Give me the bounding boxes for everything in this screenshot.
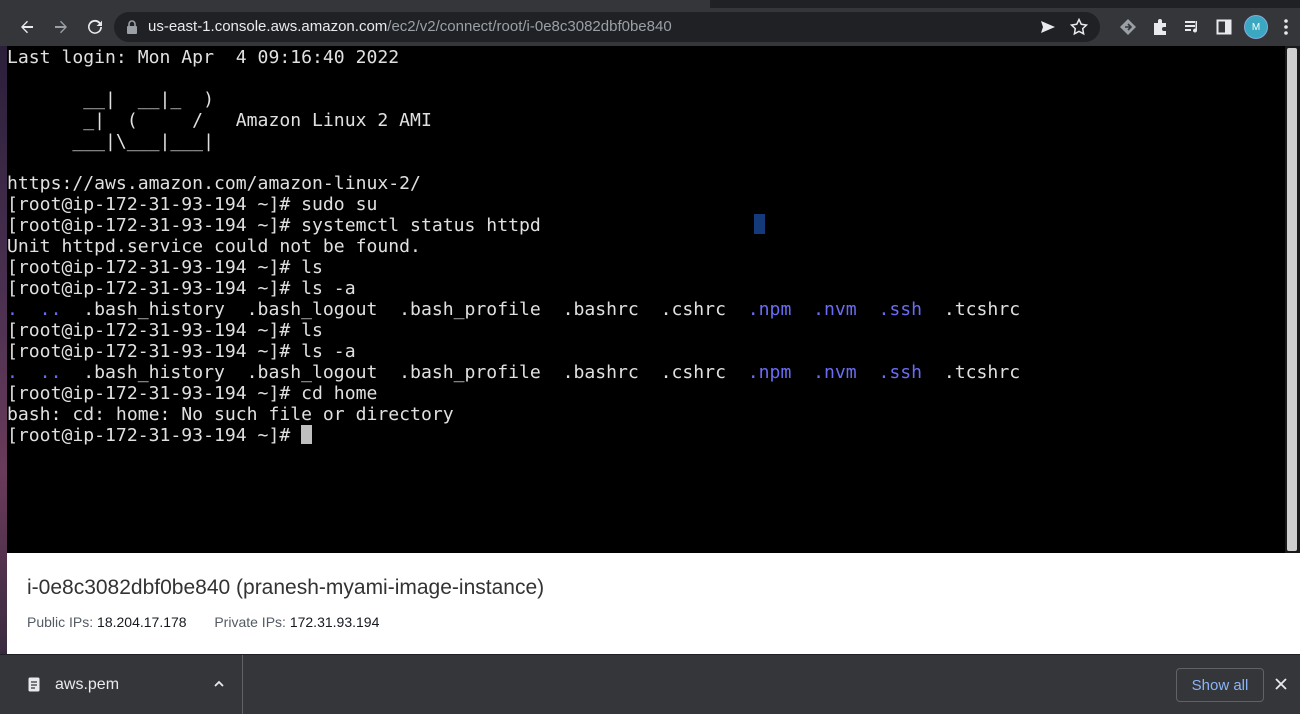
terminal-line: __| __|_ ) xyxy=(7,89,1020,110)
terminal-text: __| __|_ ) xyxy=(7,89,214,110)
terminal-cursor xyxy=(301,425,313,444)
chevron-up-icon[interactable] xyxy=(212,677,226,696)
toolbar-extensions: M xyxy=(1112,8,1300,46)
terminal-line: Last login: Mon Apr 4 09:16:40 2022 xyxy=(7,47,1020,68)
terminal-line: . .. .bash_history .bash_logout .bash_pr… xyxy=(7,299,1020,320)
selection-block xyxy=(754,214,765,234)
terminal-text: .npm .nvm .ssh xyxy=(747,299,923,320)
media-icon[interactable] xyxy=(1176,12,1208,42)
url-host: us-east-1.console.aws.amazon.com xyxy=(148,18,388,35)
tab-strip xyxy=(0,0,1300,8)
terminal-output: Last login: Mon Apr 4 09:16:40 2022 __| … xyxy=(7,47,1020,446)
desktop-background-strip xyxy=(0,46,7,654)
private-ip-value: 172.31.93.194 xyxy=(289,614,380,630)
show-all-button[interactable]: Show all xyxy=(1176,668,1264,702)
extension-icon[interactable] xyxy=(1112,12,1144,42)
download-bar: aws.pem Show all xyxy=(0,654,1300,714)
terminal-line: [root@ip-172-31-93-194 ~]# ls xyxy=(7,257,1020,278)
terminal-text: [root@ip-172-31-93-194 ~]# ls -a xyxy=(7,341,356,362)
terminal-line: [root@ip-172-31-93-194 ~]# xyxy=(7,425,1020,446)
terminal-line: ___|\___|___| xyxy=(7,131,1020,152)
back-icon[interactable] xyxy=(12,12,42,42)
terminal-line: [root@ip-172-31-93-194 ~]# cd home xyxy=(7,383,1020,404)
terminal-line: . .. .bash_history .bash_logout .bash_pr… xyxy=(7,362,1020,383)
puzzle-icon[interactable] xyxy=(1144,12,1176,42)
terminal[interactable]: Last login: Mon Apr 4 09:16:40 2022 __| … xyxy=(7,46,1285,553)
active-tab-edge[interactable] xyxy=(0,0,710,8)
terminal-text: [root@ip-172-31-93-194 ~]# cd home xyxy=(7,383,378,404)
terminal-line: bash: cd: home: No such file or director… xyxy=(7,404,1020,425)
terminal-text: .bash_history .bash_logout .bash_profile… xyxy=(61,299,748,320)
terminal-line: https://aws.amazon.com/amazon-linux-2/ xyxy=(7,173,1020,194)
private-ip-label: Private IPs: xyxy=(214,614,286,630)
forward-icon[interactable] xyxy=(46,12,76,42)
public-ip-value: 18.204.17.178 xyxy=(97,614,187,630)
address-bar[interactable]: us-east-1.console.aws.amazon.com/ec2/v2/… xyxy=(114,12,1100,42)
menu-icon[interactable] xyxy=(1272,12,1300,42)
terminal-scrollbar[interactable] xyxy=(1285,46,1300,553)
avatar[interactable]: M xyxy=(1240,12,1272,42)
reload-icon[interactable] xyxy=(80,12,110,42)
terminal-line: Unit httpd.service could not be found. xyxy=(7,236,1020,257)
terminal-text: _| ( / Amazon Linux 2 AMI xyxy=(7,110,432,131)
instance-info-panel: i-0e8c3082dbf0be840 (pranesh-myami-image… xyxy=(7,553,1300,654)
terminal-text: .tcshrc xyxy=(922,362,1021,383)
terminal-text: .bash_history .bash_logout .bash_profile… xyxy=(61,362,748,383)
terminal-line: [root@ip-172-31-93-194 ~]# ls -a xyxy=(7,278,1020,299)
download-item[interactable]: aws.pem xyxy=(0,655,243,714)
terminal-text: [root@ip-172-31-93-194 ~]# xyxy=(7,425,302,446)
terminal-text: Unit httpd.service could not be found. xyxy=(7,236,421,257)
lock-icon[interactable] xyxy=(126,20,138,39)
terminal-text: https://aws.amazon.com/amazon-linux-2/ xyxy=(7,173,421,194)
instance-title: i-0e8c3082dbf0be840 (pranesh-myami-image… xyxy=(27,576,545,599)
terminal-line: [root@ip-172-31-93-194 ~]# ls -a xyxy=(7,341,1020,362)
download-file-name: aws.pem xyxy=(55,676,120,693)
instance-ips: Public IPs: 18.204.17.178 Private IPs: 1… xyxy=(27,614,379,630)
terminal-line: [root@ip-172-31-93-194 ~]# systemctl sta… xyxy=(7,215,1020,236)
star-icon[interactable] xyxy=(1069,17,1089,41)
terminal-text: [root@ip-172-31-93-194 ~]# systemctl sta… xyxy=(7,215,541,236)
terminal-line: [root@ip-172-31-93-194 ~]# ls xyxy=(7,320,1020,341)
terminal-text: Last login: Mon Apr 4 09:16:40 2022 xyxy=(7,47,400,68)
terminal-text: bash: cd: home: No such file or director… xyxy=(7,404,454,425)
terminal-text: . .. xyxy=(7,299,62,320)
scrollbar-thumb[interactable] xyxy=(1287,48,1297,551)
terminal-text: [root@ip-172-31-93-194 ~]# ls xyxy=(7,257,323,278)
terminal-line: [root@ip-172-31-93-194 ~]# sudo su xyxy=(7,194,1020,215)
terminal-text: .tcshrc xyxy=(922,299,1021,320)
sidepanel-icon[interactable] xyxy=(1208,12,1240,42)
close-icon[interactable] xyxy=(1274,677,1288,696)
public-ip-label: Public IPs: xyxy=(27,614,94,630)
terminal-text: . .. xyxy=(7,362,62,383)
terminal-line: _| ( / Amazon Linux 2 AMI xyxy=(7,110,1020,131)
terminal-text: [root@ip-172-31-93-194 ~]# sudo su xyxy=(7,194,378,215)
url-text[interactable]: us-east-1.console.aws.amazon.com/ec2/v2/… xyxy=(148,18,672,35)
file-icon xyxy=(28,677,40,697)
terminal-text: [root@ip-172-31-93-194 ~]# ls -a xyxy=(7,278,356,299)
terminal-text: ___|\___|___| xyxy=(7,131,214,152)
url-path: /ec2/v2/connect/root/i-0e8c3082dbf0be840 xyxy=(387,18,672,35)
terminal-text: .npm .nvm .ssh xyxy=(747,362,923,383)
send-icon[interactable] xyxy=(1040,19,1056,40)
browser-toolbar: us-east-1.console.aws.amazon.com/ec2/v2/… xyxy=(0,8,1300,46)
terminal-text: [root@ip-172-31-93-194 ~]# ls xyxy=(7,320,323,341)
